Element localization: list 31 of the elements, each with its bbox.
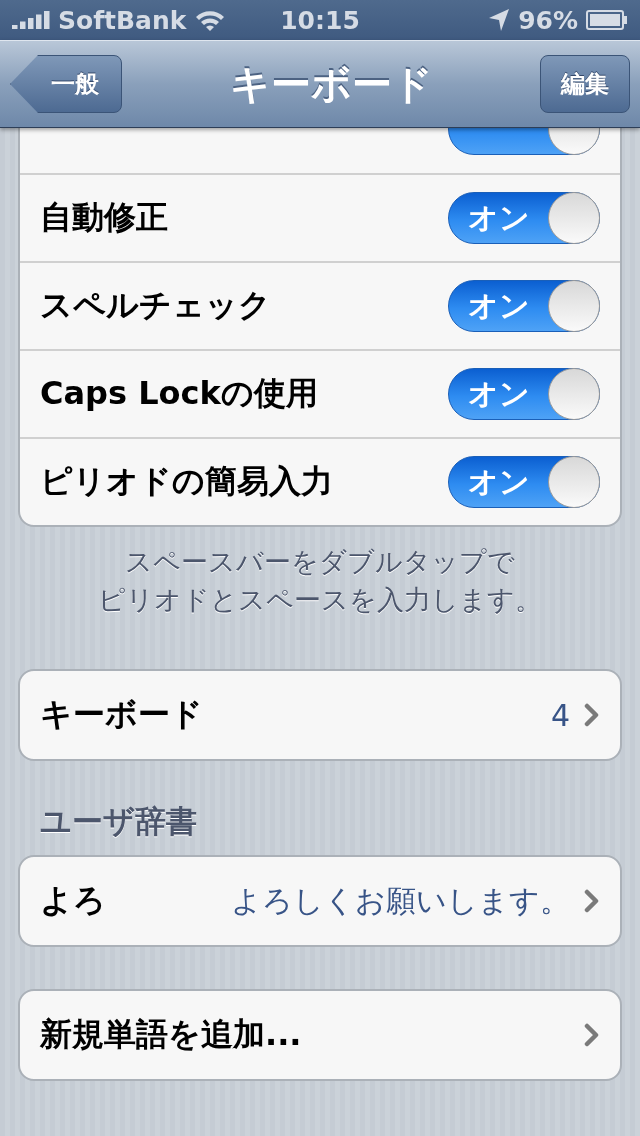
setting-label: 自動修正 — [40, 197, 169, 238]
footer-note: ピリオドとスペースを入力します。 — [98, 583, 542, 617]
row-label: キーボード — [40, 694, 204, 735]
chevron-icon — [584, 703, 600, 727]
toggle-switch[interactable]: オン — [448, 280, 600, 332]
nav-title: キーボード — [229, 59, 433, 109]
phrase-value: よろしくお願いします。 — [231, 881, 570, 920]
signal-icon — [12, 11, 50, 29]
location-arrow-icon — [488, 8, 511, 32]
toggle-switch[interactable]: オン — [448, 368, 600, 420]
section-header: ユーザ辞書 — [40, 802, 198, 841]
row-label: 新規単語を追加... — [40, 1014, 303, 1055]
edit-button[interactable]: 編集 — [540, 55, 630, 113]
setting-label: Caps Lockの使用 — [40, 373, 319, 414]
footer-note: スペースバーをダブルタップで — [125, 545, 515, 579]
carrier-name: SoftBank — [58, 5, 187, 35]
keyboards-row[interactable]: キーボード 4 — [18, 669, 622, 761]
chevron-icon — [584, 1023, 600, 1047]
setting-label: スペルチェック — [40, 285, 272, 326]
wifi-icon — [194, 8, 227, 32]
clock-time: 10:15 — [280, 5, 360, 35]
add-word-row[interactable]: 新規単語を追加... — [18, 989, 622, 1081]
setting-label: ピリオドの簡易入力 — [40, 461, 334, 502]
toggle-switch[interactable]: オン — [448, 192, 600, 244]
battery-icon — [586, 10, 628, 30]
row-value: 4 — [550, 697, 570, 733]
back-button[interactable]: 一般 — [10, 55, 122, 113]
battery-percent: 96% — [518, 5, 578, 35]
shortcut-label[interactable]: よろ — [40, 879, 231, 923]
toggle-switch[interactable]: オン — [448, 456, 600, 508]
chevron-icon — [584, 889, 600, 913]
